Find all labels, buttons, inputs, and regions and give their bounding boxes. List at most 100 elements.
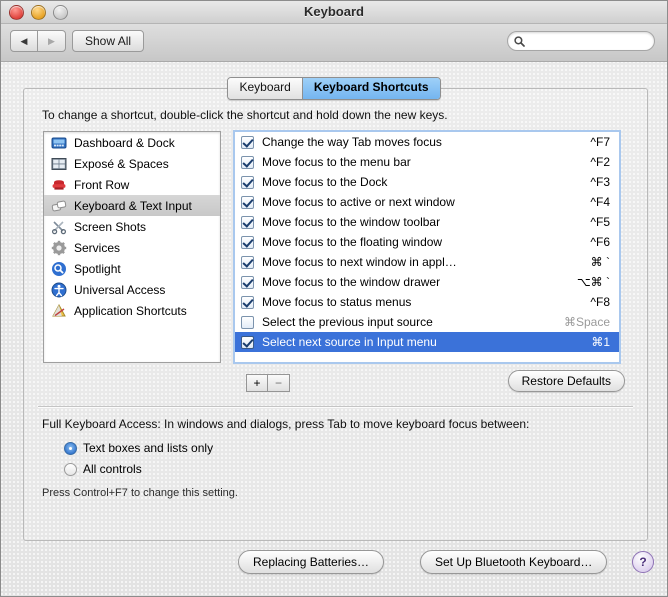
shortcut-checkbox[interactable] <box>241 275 254 289</box>
shortcut-checkbox[interactable] <box>241 315 254 329</box>
shortcut-label: Move focus to status menus <box>262 295 412 309</box>
shortcut-label: Move focus to next window in appl… <box>262 255 457 269</box>
shortcut-label: Select the previous input source <box>262 315 433 329</box>
shortcut-label: Change the way Tab moves focus <box>262 135 442 149</box>
sidebar-item-spotlight[interactable]: Spotlight <box>44 258 220 279</box>
table-row[interactable]: Select next source in Input menu ⌘1 <box>235 332 619 352</box>
search-icon <box>514 35 525 47</box>
table-row[interactable]: Select the previous input source ⌘Space <box>235 312 619 332</box>
full-keyboard-access-label: Full Keyboard Access: In windows and dia… <box>42 417 530 431</box>
sidebar-item-label: Keyboard & Text Input <box>74 198 192 213</box>
shortcut-key: ^F7 <box>590 135 610 149</box>
sidebar-item-label: Screen Shots <box>74 219 147 234</box>
shortcut-checkbox[interactable] <box>241 135 254 149</box>
sidebar-item-screen-shots[interactable]: Screen Shots <box>44 216 220 237</box>
tab-keyboard[interactable]: Keyboard <box>228 78 302 99</box>
category-list[interactable]: Dashboard & Dock Exposé & Spaces Front R… <box>43 131 221 363</box>
sidebar-item-expose-spaces[interactable]: Exposé & Spaces <box>44 153 220 174</box>
table-row[interactable]: Move focus to status menus ^F8 <box>235 292 619 312</box>
control-f7-note: Press Control+F7 to change this setting. <box>42 487 238 499</box>
radio-label: All controls <box>83 462 142 476</box>
shortcut-checkbox[interactable] <box>241 155 254 169</box>
help-button[interactable]: ? <box>632 551 654 573</box>
set-up-bluetooth-keyboard-button[interactable]: Set Up Bluetooth Keyboard… <box>420 550 608 574</box>
front-row-chair-icon <box>52 179 66 190</box>
sidebar-item-label: Services <box>74 240 121 255</box>
radio-all-controls[interactable]: All controls <box>64 462 142 476</box>
shortcuts-list[interactable]: Change the way Tab moves focus ^F7 Move … <box>233 130 621 364</box>
shortcut-checkbox[interactable] <box>241 295 254 309</box>
sidebar-item-label: Spotlight <box>74 261 121 276</box>
sidebar-item-application-shortcuts[interactable]: Application Shortcuts <box>44 300 220 321</box>
shortcut-key: ^F5 <box>590 215 610 229</box>
shortcut-checkbox[interactable] <box>241 235 254 249</box>
shortcut-key: ^F3 <box>590 175 610 189</box>
scissors-icon <box>51 220 67 234</box>
sidebar-item-label: Universal Access <box>74 282 166 297</box>
table-row[interactable]: Move focus to the Dock ^F3 <box>235 172 619 192</box>
gear-icon <box>51 240 67 255</box>
shortcut-checkbox[interactable] <box>241 255 254 269</box>
application-icon <box>52 303 66 316</box>
title-bar: Keyboard <box>1 1 667 24</box>
shortcut-key: ⌘1 <box>591 335 610 349</box>
expose-grid-icon <box>51 157 67 170</box>
search-field[interactable] <box>507 31 655 51</box>
back-button[interactable]: ◀ <box>10 30 38 52</box>
radio-icon <box>64 441 77 455</box>
shortcut-checkbox[interactable] <box>241 195 254 209</box>
table-row[interactable]: Move focus to active or next window ^F4 <box>235 192 619 212</box>
navigation-buttons: ◀ ▶ <box>10 30 66 52</box>
shortcut-label: Move focus to the floating window <box>262 235 443 249</box>
shortcut-key: ^F2 <box>590 155 610 169</box>
shortcut-label: Move focus to active or next window <box>262 195 455 209</box>
radio-icon <box>64 462 77 476</box>
sidebar-item-services[interactable]: Services <box>44 237 220 258</box>
replacing-batteries-button[interactable]: Replacing Batteries… <box>238 550 385 574</box>
shortcut-key: ⌘ ` <box>590 255 610 269</box>
shortcut-key: ^F6 <box>590 235 610 249</box>
add-remove-group: + − <box>246 374 290 392</box>
instruction-text: To change a shortcut, double-click the s… <box>42 108 448 122</box>
table-row[interactable]: Move focus to the window drawer ⌥⌘ ` <box>235 272 619 292</box>
sidebar-item-front-row[interactable]: Front Row <box>44 174 220 195</box>
table-row[interactable]: Move focus to the floating window ^F6 <box>235 232 619 252</box>
shortcut-key: ^F8 <box>590 295 610 309</box>
remove-shortcut-button[interactable]: − <box>268 374 290 392</box>
sidebar-item-label: Front Row <box>74 177 130 192</box>
bottom-button-bar: Replacing Batteries… Set Up Bluetooth Ke… <box>1 550 667 583</box>
spotlight-magnifier-icon <box>52 261 66 276</box>
divider <box>38 406 633 407</box>
sidebar-item-keyboard-text-input[interactable]: Keyboard & Text Input <box>44 195 220 216</box>
shortcut-label: Move focus to the Dock <box>262 175 388 189</box>
sidebar-item-dashboard-dock[interactable]: Dashboard & Dock <box>44 132 220 153</box>
shortcut-label: Select next source in Input menu <box>262 335 437 349</box>
shortcut-key: ⌥⌘ ` <box>576 275 610 289</box>
keyboard-preferences-window: Keyboard ◀ ▶ Show All Keyboard Keyboard … <box>0 0 668 597</box>
universal-access-icon <box>51 282 67 297</box>
sidebar-item-label: Application Shortcuts <box>74 303 187 318</box>
restore-defaults-button[interactable]: Restore Defaults <box>507 370 625 392</box>
shortcut-checkbox[interactable] <box>241 215 254 229</box>
window-title: Keyboard <box>304 4 364 19</box>
sidebar-item-universal-access[interactable]: Universal Access <box>44 279 220 300</box>
tab-bar: Keyboard Keyboard Shortcuts <box>1 77 667 100</box>
shortcut-label: Move focus to the window drawer <box>262 275 441 289</box>
tab-keyboard-shortcuts[interactable]: Keyboard Shortcuts <box>301 78 440 99</box>
shortcut-checkbox[interactable] <box>241 335 254 349</box>
table-row[interactable]: Move focus to the window toolbar ^F5 <box>235 212 619 232</box>
shortcut-label: Move focus to the window toolbar <box>262 215 441 229</box>
show-all-button[interactable]: Show All <box>72 30 145 52</box>
table-row[interactable]: Move focus to the menu bar ^F2 <box>235 152 619 172</box>
shortcut-checkbox[interactable] <box>241 175 254 189</box>
toolbar: ◀ ▶ Show All <box>1 24 667 62</box>
sidebar-item-label: Dashboard & Dock <box>74 135 175 150</box>
search-input[interactable] <box>528 34 642 48</box>
forward-button[interactable]: ▶ <box>38 30 66 52</box>
keyboard-keys-icon <box>51 200 67 211</box>
add-shortcut-button[interactable]: + <box>246 374 268 392</box>
radio-text-boxes-and-lists-only[interactable]: Text boxes and lists only <box>64 441 213 455</box>
table-row[interactable]: Move focus to next window in appl… ⌘ ` <box>235 252 619 272</box>
table-row[interactable]: Change the way Tab moves focus ^F7 <box>235 132 619 152</box>
sidebar-item-label: Exposé & Spaces <box>74 156 169 171</box>
